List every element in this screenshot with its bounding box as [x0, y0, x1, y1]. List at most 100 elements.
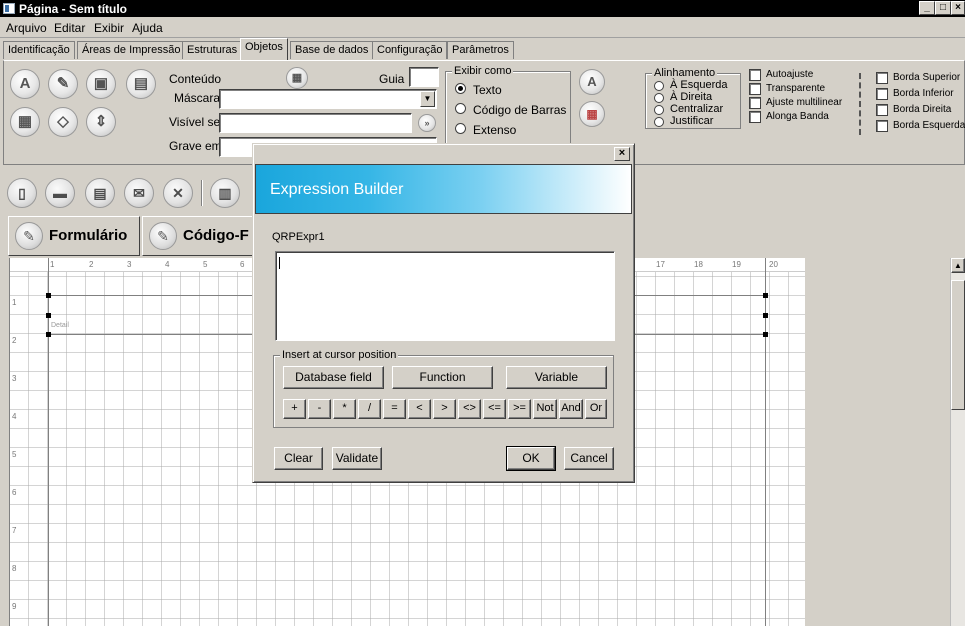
tab-estruturas[interactable]: Estruturas [182, 41, 243, 59]
clear-button[interactable]: Clear [274, 447, 323, 470]
close-button[interactable]: × [951, 1, 965, 15]
pen-icon[interactable]: ✎ [48, 69, 78, 99]
band-handle[interactable] [763, 313, 768, 318]
color-palette-icon[interactable]: ▦ [579, 101, 605, 127]
save-icon[interactable]: ▤ [85, 178, 115, 208]
operator-greater-button[interactable]: > [433, 399, 456, 419]
operator-not-button[interactable]: Not [533, 399, 557, 419]
operator-multiply-button[interactable]: * [333, 399, 356, 419]
menu-ajuda[interactable]: Ajuda [132, 21, 163, 35]
maximize-button[interactable]: □ [935, 1, 951, 15]
guia-label: Guia [379, 72, 405, 86]
tab-configuracao[interactable]: Configuração [372, 41, 448, 59]
check-ajuste-multilinear-label: Ajuste multilinear [766, 97, 843, 108]
radio-justificar[interactable] [654, 117, 664, 127]
tab-codigo-fonte-label: Código-F [183, 227, 249, 244]
band-handle[interactable] [46, 332, 51, 337]
menu-exibir[interactable]: Exibir [94, 21, 124, 35]
check-autoajuste[interactable] [749, 69, 761, 81]
operator-less-button[interactable]: < [408, 399, 431, 419]
check-ajuste-multilinear[interactable] [749, 97, 761, 109]
dialog-title: Expression Builder [270, 181, 404, 198]
band-handle[interactable] [46, 293, 51, 298]
alinhamento-legend: Alinhamento [652, 67, 718, 79]
mail-icon[interactable]: ✉ [124, 178, 154, 208]
tab-base-dados[interactable]: Base de dados [290, 41, 374, 59]
check-borda-direita[interactable] [876, 104, 888, 116]
mascara-combo[interactable]: ▼ [219, 89, 437, 109]
guia-input[interactable] [409, 67, 439, 87]
print-icon[interactable]: ▥ [210, 178, 240, 208]
scroll-thumb[interactable] [951, 280, 965, 410]
shapes-icon[interactable]: ◇ [48, 107, 78, 137]
cancel-button[interactable]: Cancel [564, 447, 614, 470]
font-icon[interactable]: A [579, 69, 605, 95]
tab-formulario[interactable]: ✎ Formulário [8, 216, 140, 256]
operator-minus-button[interactable]: - [308, 399, 331, 419]
tab-codigo-fonte[interactable]: ✎ Código-F [142, 216, 254, 256]
expression-textarea[interactable] [275, 251, 615, 341]
scroll-up-icon[interactable]: ▲ [951, 258, 965, 273]
operator-not-equal-button[interactable]: <> [458, 399, 481, 419]
band-handle[interactable] [763, 332, 768, 337]
toolbar-separator [201, 180, 203, 206]
check-borda-esquerda[interactable] [876, 120, 888, 132]
radio-extenso-label: Extenso [473, 123, 517, 137]
variable-button[interactable]: Variable [506, 366, 607, 389]
visivel-input[interactable] [219, 113, 412, 133]
title-bar: Página - Sem título _ □ × [0, 0, 965, 17]
ruler-number: 4 [12, 412, 17, 421]
check-borda-direita-label: Borda Direita [893, 104, 952, 115]
radio-esquerda[interactable] [654, 81, 664, 91]
calculator-icon[interactable]: ▦ [10, 107, 40, 137]
operator-greater-equal-button[interactable]: >= [508, 399, 531, 419]
open-folder-icon[interactable]: ▬ [45, 178, 75, 208]
tab-strip: Identificação Áreas de Impressão Estrutu… [0, 38, 965, 60]
operator-or-button[interactable]: Or [585, 399, 607, 419]
radio-direita[interactable] [654, 93, 664, 103]
tab-identificacao[interactable]: Identificação [3, 41, 75, 59]
radio-texto-label: Texto [473, 83, 502, 97]
radio-centralizar[interactable] [654, 105, 664, 115]
function-button[interactable]: Function [392, 366, 493, 389]
minimize-button[interactable]: _ [919, 1, 935, 15]
dialog-header-banner: Expression Builder [255, 164, 632, 214]
band-handle[interactable] [763, 293, 768, 298]
chevron-down-icon[interactable]: ▼ [420, 91, 435, 107]
dialog-close-button[interactable]: × [614, 147, 630, 161]
check-borda-inferior[interactable] [876, 88, 888, 100]
text-icon[interactable]: A [10, 69, 40, 99]
ok-button[interactable]: OK [506, 446, 556, 471]
radio-extenso[interactable] [455, 123, 466, 134]
text-caret [279, 257, 280, 269]
check-alonga-banda[interactable] [749, 111, 761, 123]
band-handle[interactable] [46, 313, 51, 318]
menu-editar[interactable]: Editar [54, 21, 85, 35]
forward-icon[interactable]: » [418, 114, 436, 132]
vertical-scrollbar[interactable]: ▲ [950, 258, 965, 626]
tab-objetos[interactable]: Objetos [240, 38, 288, 60]
alinhamento-group: Alinhamento À Esquerda À Direita Central… [645, 67, 741, 129]
tab-areas-impressao[interactable]: Áreas de Impressão [77, 41, 186, 59]
close-icon[interactable]: ✕ [163, 178, 193, 208]
database-field-button[interactable]: Database field [283, 366, 384, 389]
image-icon[interactable]: ▤ [126, 69, 156, 99]
check-transparente[interactable] [749, 83, 761, 95]
conteudo-label: Conteúdo [169, 72, 222, 86]
radio-direita-label: À Direita [670, 91, 713, 103]
check-borda-superior[interactable] [876, 72, 888, 84]
operator-divide-button[interactable]: / [358, 399, 381, 419]
calculator-small-icon[interactable]: ▦ [286, 67, 308, 89]
operator-and-button[interactable]: And [559, 399, 583, 419]
computer-icon[interactable]: ▣ [86, 69, 116, 99]
validate-button[interactable]: Validate [332, 447, 382, 470]
new-file-icon[interactable]: ▯ [7, 178, 37, 208]
radio-texto[interactable] [455, 83, 466, 94]
menu-arquivo[interactable]: Arquivo [6, 21, 47, 35]
radio-codigo-barras[interactable] [455, 103, 466, 114]
operator-plus-button[interactable]: + [283, 399, 306, 419]
operator-equals-button[interactable]: = [383, 399, 406, 419]
tab-parametros[interactable]: Parâmetros [447, 41, 514, 59]
updown-icon[interactable]: ⇕ [86, 107, 116, 137]
operator-less-equal-button[interactable]: <= [483, 399, 506, 419]
